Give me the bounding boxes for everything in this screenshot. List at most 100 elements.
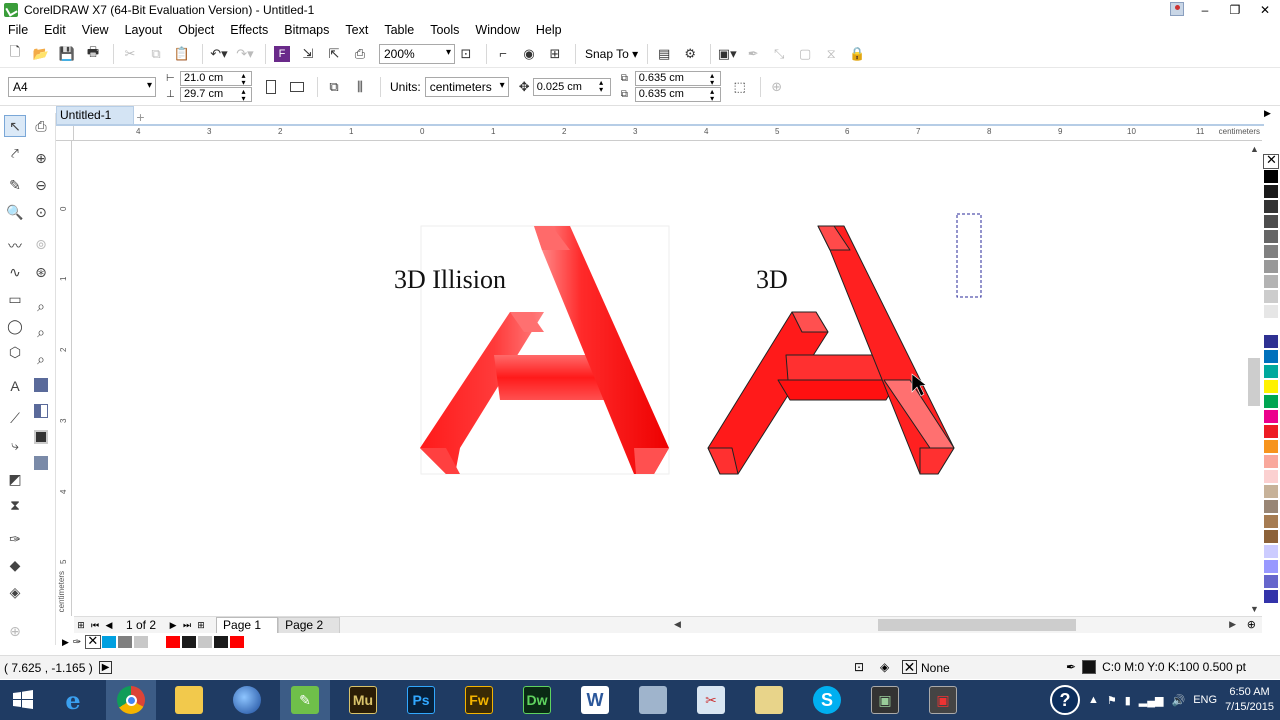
horizontal-scrollbar[interactable]: ◀ ▶ [672, 618, 1238, 632]
scroll-down-icon[interactable]: ▼ [1250, 604, 1259, 614]
last-page-icon[interactable]: ⏭ [180, 620, 194, 631]
nudge-distance-field[interactable]: 0.025 cm [532, 77, 611, 96]
taskbar-google-earth[interactable] [222, 680, 272, 720]
show-hidden-icons[interactable]: ▲ [1088, 694, 1099, 706]
palette-swatch[interactable] [1263, 319, 1279, 334]
rectangle-tool-icon[interactable]: ▭ [4, 288, 26, 310]
print-icon-side[interactable]: ⎙ [30, 115, 52, 137]
full-screen-preview-icon[interactable]: ⊡ [455, 43, 477, 65]
palette-swatch[interactable] [1263, 469, 1279, 484]
search-content-icon[interactable]: F [271, 43, 293, 65]
palette-swatch[interactable] [1263, 274, 1279, 289]
palette-swatch[interactable] [1263, 394, 1279, 409]
landscape-icon[interactable] [286, 76, 308, 98]
palette-swatch[interactable] [1263, 184, 1279, 199]
palette-swatch[interactable] [1263, 349, 1279, 364]
application-launcher-icon[interactable]: ▤ [653, 43, 675, 65]
treat-as-filled-icon[interactable]: ⬚ [729, 76, 751, 98]
show-grid-icon[interactable]: ◉ [518, 43, 540, 65]
node-icon[interactable]: ⤡ [768, 43, 790, 65]
palette-swatch[interactable] [1263, 304, 1279, 319]
doc-palette-swatch[interactable] [229, 635, 246, 649]
lock-icon[interactable]: 🔒 [846, 43, 868, 65]
coreldraw-app-icon[interactable] [4, 3, 18, 17]
help-icon[interactable]: ? [1049, 685, 1080, 715]
add-icon[interactable]: ⊕ [766, 76, 788, 98]
document-tab-untitled[interactable]: Untitled-1 [56, 106, 135, 124]
vertical-scrollbar[interactable]: ▲ ▼ [1246, 142, 1262, 616]
texture-fill-icon[interactable] [30, 452, 52, 474]
outline-pen-icon[interactable]: ✒ [1066, 660, 1076, 674]
palette-swatch[interactable] [1263, 514, 1279, 529]
color-eyedropper-tool-icon[interactable]: ✑ [4, 528, 26, 550]
interactive-fill-tool-icon[interactable]: ◆ [4, 554, 26, 576]
drawing-canvas[interactable]: 3D Illision 3D [74, 142, 1246, 616]
volume-icon[interactable]: 🔊 [1172, 694, 1186, 707]
half-fill-icon[interactable] [30, 400, 52, 422]
doc-no-color-swatch[interactable]: ✕ [85, 633, 102, 649]
palette-swatch[interactable] [1263, 499, 1279, 514]
pen-icon[interactable]: ✒ [742, 43, 764, 65]
import-icon[interactable]: ⇲ [297, 43, 319, 65]
doc-palette-swatch[interactable] [213, 635, 230, 649]
palette-swatch[interactable] [1263, 424, 1279, 439]
copy-icon[interactable]: ⧉ [145, 43, 167, 65]
palette-swatch[interactable] [1263, 379, 1279, 394]
pattern-fill-icon[interactable] [30, 426, 52, 448]
zoom-navigator-icon[interactable]: ⊕ [1247, 618, 1256, 631]
customize-toolbox-icon[interactable]: ⊕ [4, 620, 26, 642]
vertical-ruler[interactable]: 0 1 2 3 4 5 centimeters [56, 141, 72, 616]
taskbar-chrome[interactable] [106, 680, 156, 720]
fill-bucket-icon[interactable]: ◈ [880, 660, 889, 674]
add-page-before-icon[interactable]: ⊞ [74, 620, 88, 631]
palette-swatch[interactable] [1263, 244, 1279, 259]
no-color-swatch[interactable]: ✕ [1263, 152, 1279, 169]
options-icon[interactable]: ⚙ [679, 43, 701, 65]
zoom-all-icon[interactable]: ⊚ [30, 233, 52, 255]
palette-flyout-icon[interactable]: ▶ [62, 637, 69, 648]
palette-swatch[interactable] [1263, 169, 1279, 184]
doc-palette-swatch[interactable] [117, 635, 134, 649]
zoom-in-icon[interactable]: ⊕ [30, 147, 52, 169]
network-icon[interactable]: ▂▄▆ [1139, 694, 1164, 707]
taskbar-paint[interactable]: ✂ [686, 680, 736, 720]
fill-info-icon[interactable]: ⊡ [854, 660, 864, 674]
menu-file[interactable]: File [8, 23, 28, 37]
action-center-icon[interactable]: ⚑ [1107, 694, 1117, 707]
artistic-media-tool-icon[interactable]: ∿ [4, 261, 26, 283]
welcome-screen-icon[interactable]: ▣▾ [716, 43, 738, 65]
menu-text[interactable]: Text [345, 23, 368, 37]
units-select[interactable]: centimeters [424, 76, 509, 97]
portrait-icon[interactable] [260, 76, 282, 98]
palette-swatch[interactable] [1263, 439, 1279, 454]
doc-palette-swatch[interactable] [133, 635, 150, 649]
show-rulers-icon[interactable]: ⌐ [492, 43, 514, 65]
page-tab-1[interactable]: Page 1 [216, 617, 279, 633]
print-icon[interactable]: 🖶 [82, 43, 104, 65]
duplicate-x-field[interactable]: 0.635 cm [634, 71, 721, 86]
palette-swatch[interactable] [1263, 289, 1279, 304]
taskbar-command-prompt[interactable]: ▣ [860, 680, 910, 720]
paper-size-select[interactable]: A4 [8, 76, 156, 97]
palette-swatch[interactable] [1263, 334, 1279, 349]
transparency-tool-icon[interactable]: ⧗ [4, 494, 26, 516]
ruler-origin[interactable] [56, 126, 74, 141]
taskbar-muse[interactable]: Mu [338, 680, 388, 720]
drop-shadow-tool-icon[interactable]: ◩ [4, 468, 26, 490]
duplicate-y-field[interactable]: 0.635 cm [634, 87, 721, 102]
next-page-icon[interactable]: ▶ [166, 620, 180, 631]
minimize-button[interactable]: – [1190, 0, 1220, 20]
shape-tool-icon[interactable]: ⤤ [4, 142, 26, 164]
doc-palette-swatch[interactable] [197, 635, 214, 649]
outline-color-swatch[interactable] [1082, 660, 1097, 674]
taskbar-fireworks[interactable]: Fw [454, 680, 504, 720]
page-width-field[interactable]: 21.0 cm [180, 71, 252, 86]
language-indicator[interactable]: ENG [1193, 694, 1217, 706]
doc-palette-swatch[interactable] [101, 635, 118, 649]
doc-palette-swatch[interactable] [181, 635, 198, 649]
parallel-dimension-tool-icon[interactable]: ⟋ [4, 407, 26, 429]
zoom-page-icon[interactable]: ⊛ [30, 261, 52, 283]
taskbar-dreamweaver[interactable]: Dw [512, 680, 562, 720]
eyedropper-icon[interactable]: ✑ [73, 637, 81, 648]
palette-swatch[interactable] [1263, 529, 1279, 544]
